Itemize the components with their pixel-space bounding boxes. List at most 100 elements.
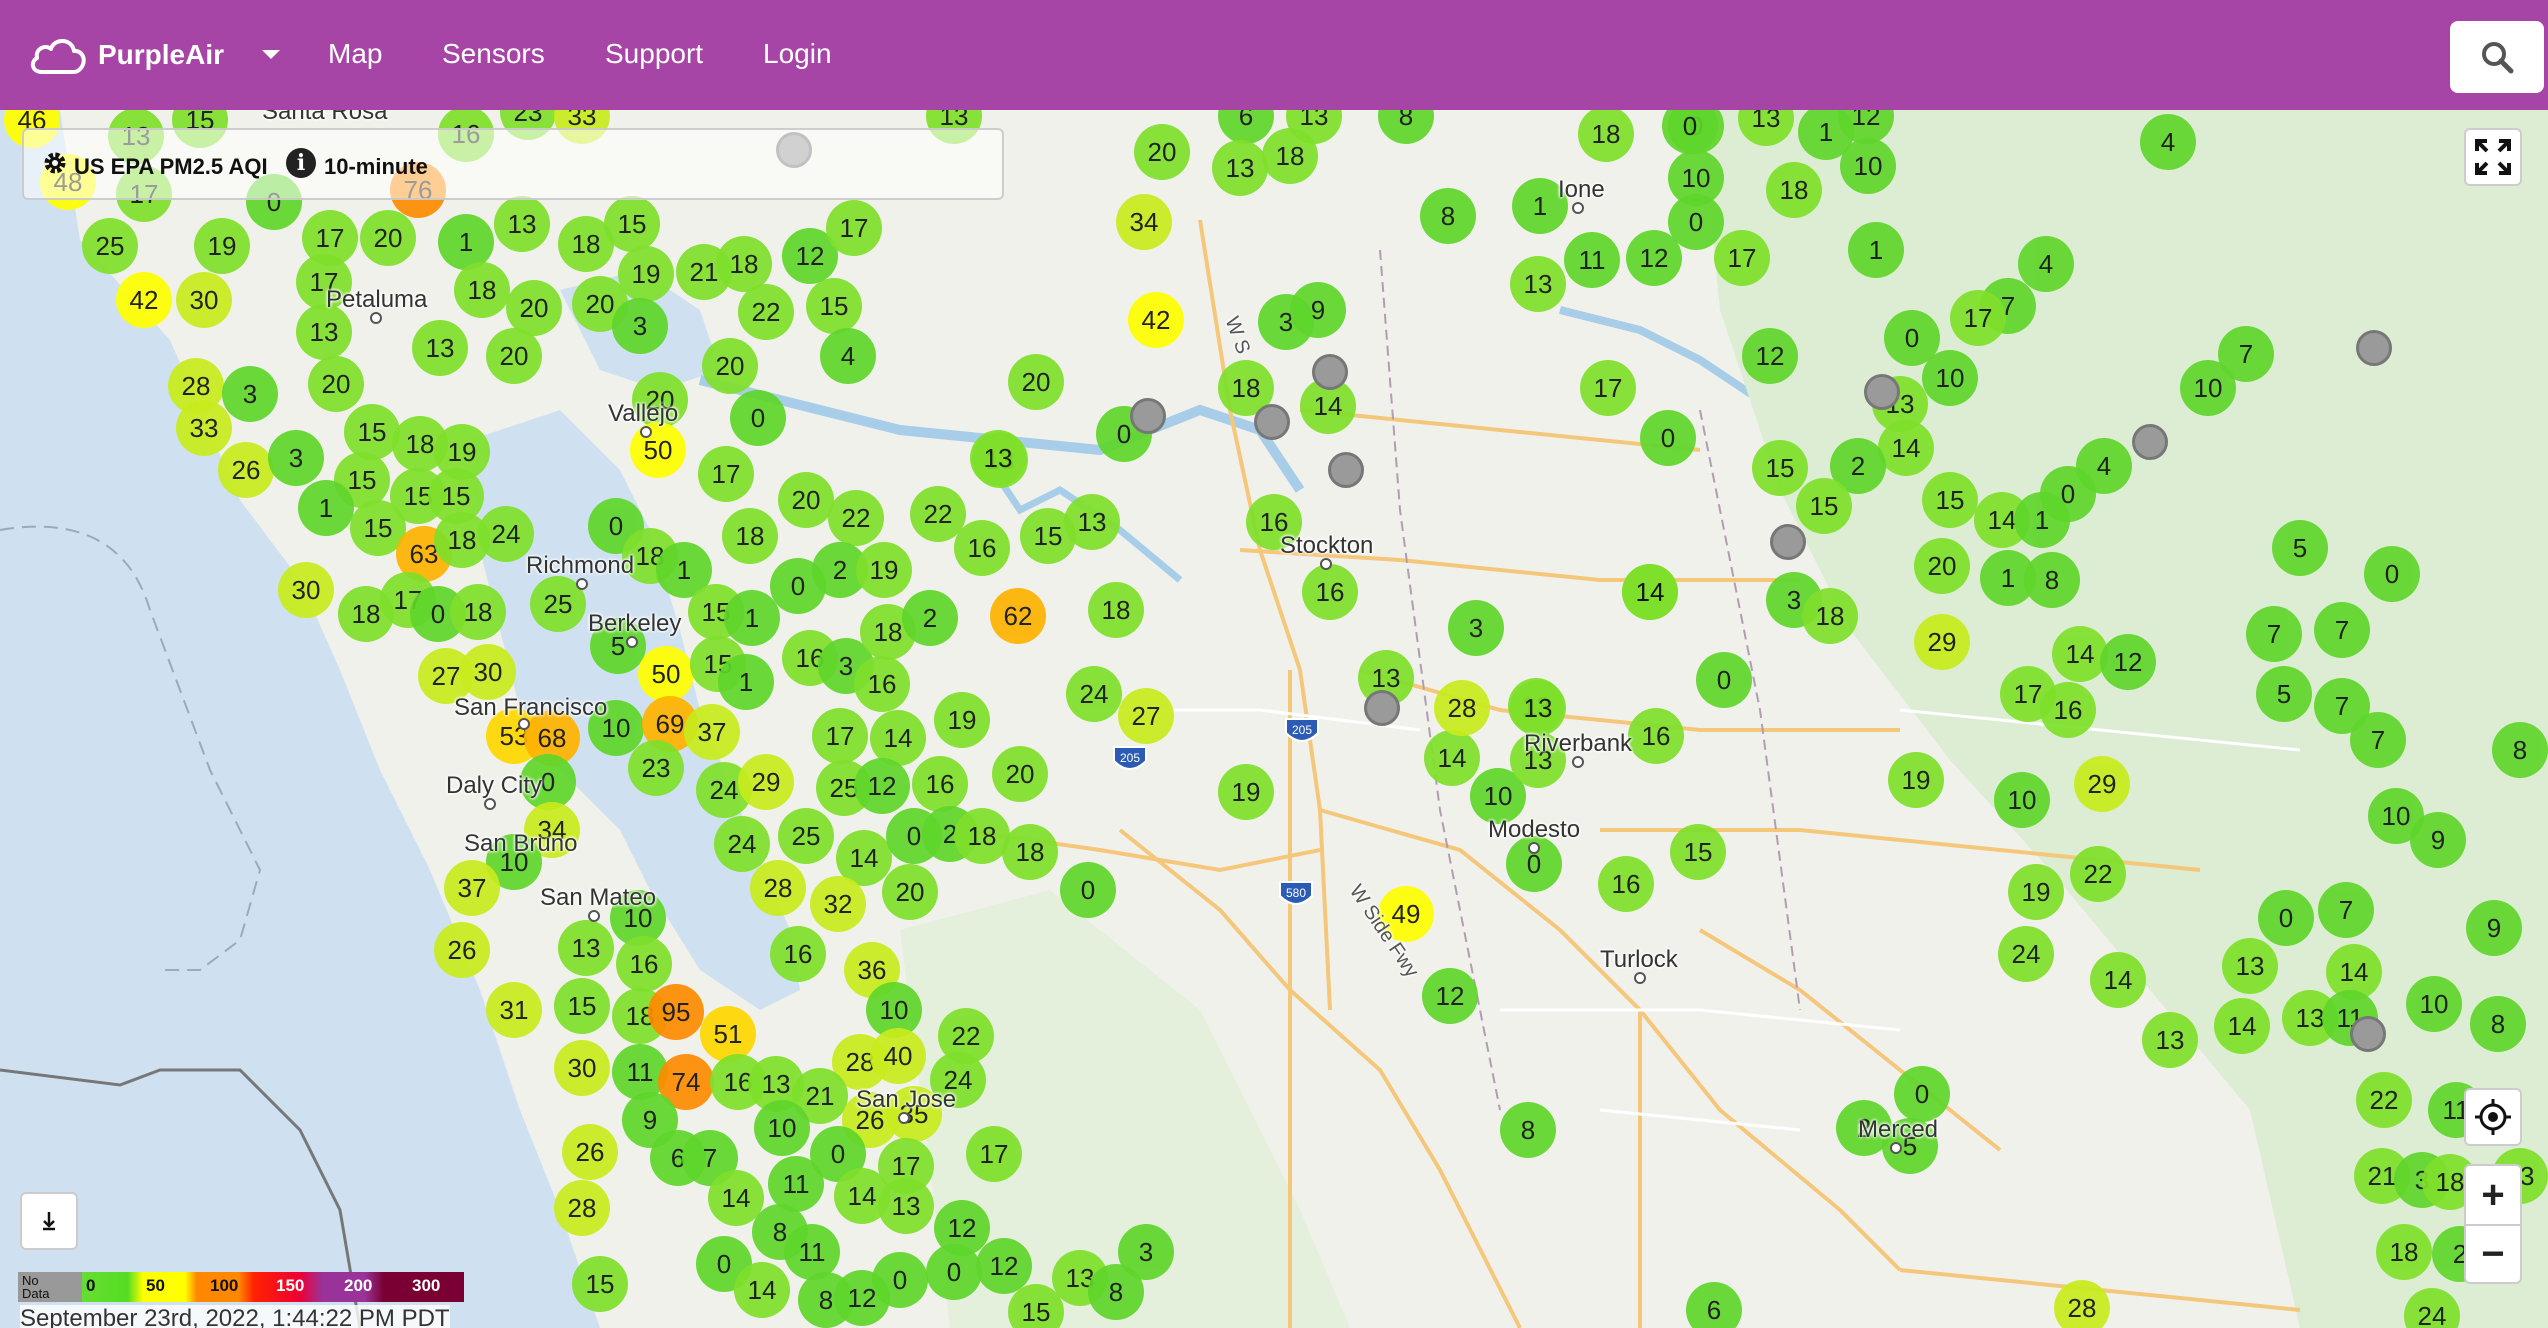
- sensor-marker[interactable]: 24: [478, 506, 534, 562]
- sensor-marker[interactable]: 15: [554, 978, 610, 1034]
- sensor-marker[interactable]: 9: [2410, 812, 2466, 868]
- sensor-marker[interactable]: 16: [1628, 708, 1684, 764]
- sensor-marker[interactable]: 30: [554, 1040, 610, 1096]
- sensor-marker[interactable]: 27: [1118, 688, 1174, 744]
- layer-selector[interactable]: US EPA PM2.5 AQI i 10-minute: [22, 128, 1004, 200]
- sensor-marker[interactable]: 8: [2470, 996, 2526, 1052]
- sensor-marker[interactable]: 12: [2100, 634, 2156, 690]
- sensor-marker[interactable]: 7: [2246, 606, 2302, 662]
- sensor-marker[interactable]: 4: [2140, 114, 2196, 170]
- sensor-marker[interactable]: 13: [558, 920, 614, 976]
- sensor-marker-offline[interactable]: [2356, 330, 2392, 366]
- download-button[interactable]: [20, 1192, 78, 1250]
- sensor-marker[interactable]: 8: [2024, 552, 2080, 608]
- sensor-marker[interactable]: 1: [1512, 178, 1568, 234]
- sensor-marker[interactable]: 5: [2256, 666, 2312, 722]
- nav-link-sensors[interactable]: Sensors: [442, 38, 545, 70]
- sensor-marker[interactable]: 13: [1064, 494, 1120, 550]
- sensor-marker[interactable]: 28: [1434, 680, 1490, 736]
- sensor-marker[interactable]: 15: [604, 196, 660, 252]
- sensor-marker[interactable]: 0: [1894, 1066, 1950, 1122]
- sensor-marker[interactable]: 14: [1878, 420, 1934, 476]
- sensor-marker[interactable]: 16: [954, 520, 1010, 576]
- sensor-marker[interactable]: 20: [360, 210, 416, 266]
- sensor-marker[interactable]: 10: [2180, 360, 2236, 416]
- sensor-marker[interactable]: 8: [2492, 722, 2548, 778]
- sensor-marker[interactable]: 19: [934, 692, 990, 748]
- sensor-marker[interactable]: 15: [572, 1256, 628, 1312]
- sensor-marker[interactable]: 20: [778, 472, 834, 528]
- sensor-marker[interactable]: 10: [2406, 976, 2462, 1032]
- sensor-marker[interactable]: 22: [2356, 1072, 2412, 1128]
- sensor-marker[interactable]: 15: [344, 404, 400, 460]
- sensor-marker[interactable]: 18: [1262, 128, 1318, 184]
- sensor-marker[interactable]: 17: [296, 254, 352, 310]
- sensor-marker[interactable]: 13: [1510, 732, 1566, 788]
- sensor-marker[interactable]: 3: [1118, 1224, 1174, 1280]
- sensor-marker[interactable]: 1: [298, 480, 354, 536]
- sensor-marker-offline[interactable]: [2350, 1016, 2386, 1052]
- sensor-marker[interactable]: 40: [870, 1028, 926, 1084]
- sensor-marker[interactable]: 11: [1564, 232, 1620, 288]
- sensor-marker[interactable]: 12: [1422, 968, 1478, 1024]
- sensor-marker[interactable]: 20: [702, 338, 758, 394]
- sensor-marker[interactable]: 16: [854, 656, 910, 712]
- sensor-marker[interactable]: 5: [590, 618, 646, 674]
- sensor-marker[interactable]: 32: [810, 876, 866, 932]
- brand-dropdown-caret-icon[interactable]: [262, 50, 280, 59]
- sensor-marker[interactable]: 16: [1246, 494, 1302, 550]
- sensor-marker[interactable]: 29: [738, 754, 794, 810]
- sensor-marker[interactable]: 0: [1640, 410, 1696, 466]
- sensor-marker[interactable]: 12: [834, 1270, 890, 1326]
- sensor-marker[interactable]: 9: [1290, 282, 1346, 338]
- sensor-marker[interactable]: 30: [176, 272, 232, 328]
- sensor-marker-offline[interactable]: [1254, 404, 1290, 440]
- sensor-marker[interactable]: 33: [176, 400, 232, 456]
- sensor-marker[interactable]: 1: [2014, 492, 2070, 548]
- sensor-marker[interactable]: 26: [562, 1124, 618, 1180]
- sensor-marker[interactable]: 16: [1302, 564, 1358, 620]
- sensor-marker[interactable]: 19: [618, 246, 674, 302]
- sensor-marker[interactable]: 0: [730, 390, 786, 446]
- brand-link[interactable]: PurpleAir: [28, 30, 224, 80]
- sensor-marker[interactable]: 10: [1994, 772, 2050, 828]
- sensor-marker[interactable]: 7: [2318, 882, 2374, 938]
- sensor-marker[interactable]: 14: [2052, 626, 2108, 682]
- sensor-marker[interactable]: 16: [912, 756, 968, 812]
- sensor-marker[interactable]: 17: [1714, 230, 1770, 286]
- sensor-marker[interactable]: 10: [1840, 138, 1896, 194]
- search-button[interactable]: [2450, 21, 2544, 93]
- sensor-marker[interactable]: 42: [1128, 292, 1184, 348]
- sensor-marker[interactable]: 25: [82, 218, 138, 274]
- sensor-marker[interactable]: 29: [2074, 756, 2130, 812]
- sensor-marker[interactable]: 1: [1848, 222, 1904, 278]
- sensor-marker[interactable]: 31: [486, 982, 542, 1038]
- sensor-marker[interactable]: 14: [2214, 998, 2270, 1054]
- sensor-marker[interactable]: 19: [856, 542, 912, 598]
- sensor-marker[interactable]: 14: [2090, 952, 2146, 1008]
- sensor-marker[interactable]: 22: [738, 284, 794, 340]
- sensor-marker[interactable]: 19: [2008, 864, 2064, 920]
- sensor-marker[interactable]: 26: [434, 922, 490, 978]
- zoom-out-button[interactable]: −: [2466, 1224, 2520, 1282]
- sensor-marker[interactable]: 17: [826, 200, 882, 256]
- sensor-marker[interactable]: 16: [616, 936, 672, 992]
- sensor-marker[interactable]: 0: [1060, 862, 1116, 918]
- sensor-marker[interactable]: 95: [648, 984, 704, 1040]
- sensor-marker[interactable]: 0: [2258, 890, 2314, 946]
- locate-me-button[interactable]: [2464, 1088, 2522, 1146]
- sensor-marker[interactable]: 30: [460, 644, 516, 700]
- nav-link-support[interactable]: Support: [605, 38, 703, 70]
- sensor-marker[interactable]: 12: [854, 758, 910, 814]
- sensor-marker[interactable]: 17: [966, 1126, 1022, 1182]
- sensor-marker[interactable]: 50: [630, 422, 686, 478]
- sensor-marker[interactable]: 3: [612, 298, 668, 354]
- averaging-period[interactable]: 10-minute: [324, 154, 428, 180]
- sensor-marker-offline[interactable]: [1770, 524, 1806, 560]
- sensor-marker[interactable]: 13: [1212, 140, 1268, 196]
- sensor-marker[interactable]: 62: [990, 588, 1046, 644]
- sensor-marker[interactable]: 15: [806, 278, 862, 334]
- sensor-marker[interactable]: 12: [1626, 230, 1682, 286]
- sensor-marker[interactable]: 37: [684, 704, 740, 760]
- sensor-marker[interactable]: 4: [820, 328, 876, 384]
